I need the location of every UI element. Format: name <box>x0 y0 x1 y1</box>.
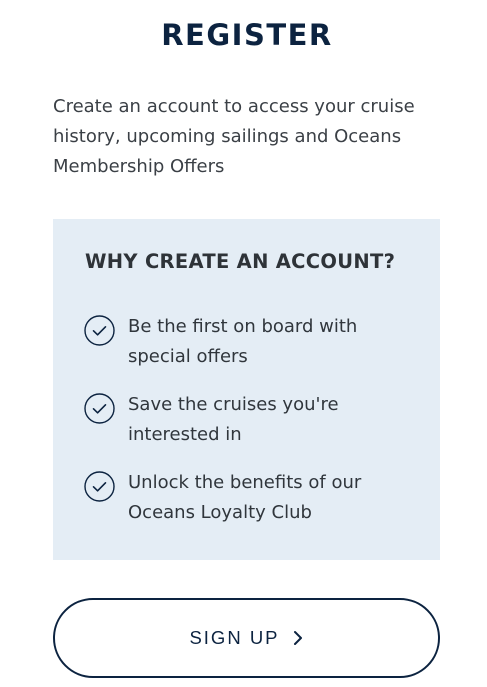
benefit-text: Save the cruises you're interested in <box>128 394 339 445</box>
check-circle-icon <box>84 393 115 424</box>
benefit-text: Be the first on board with special offer… <box>128 316 358 367</box>
intro-text: Create an account to access your cruise … <box>53 96 415 177</box>
sign-up-button[interactable]: SIGN UP <box>53 598 440 678</box>
check-circle-icon <box>84 471 115 502</box>
benefits-panel: WHY CREATE AN ACCOUNT? Be the first on b… <box>53 219 440 560</box>
check-circle-icon <box>84 315 115 346</box>
benefits-heading: WHY CREATE AN ACCOUNT? <box>85 250 396 273</box>
benefit-text: Unlock the benefits of our Oceans Loyalt… <box>128 472 362 523</box>
sign-up-label: SIGN UP <box>189 627 280 648</box>
page-title: REGISTER <box>161 18 333 52</box>
chevron-right-icon <box>293 631 302 645</box>
